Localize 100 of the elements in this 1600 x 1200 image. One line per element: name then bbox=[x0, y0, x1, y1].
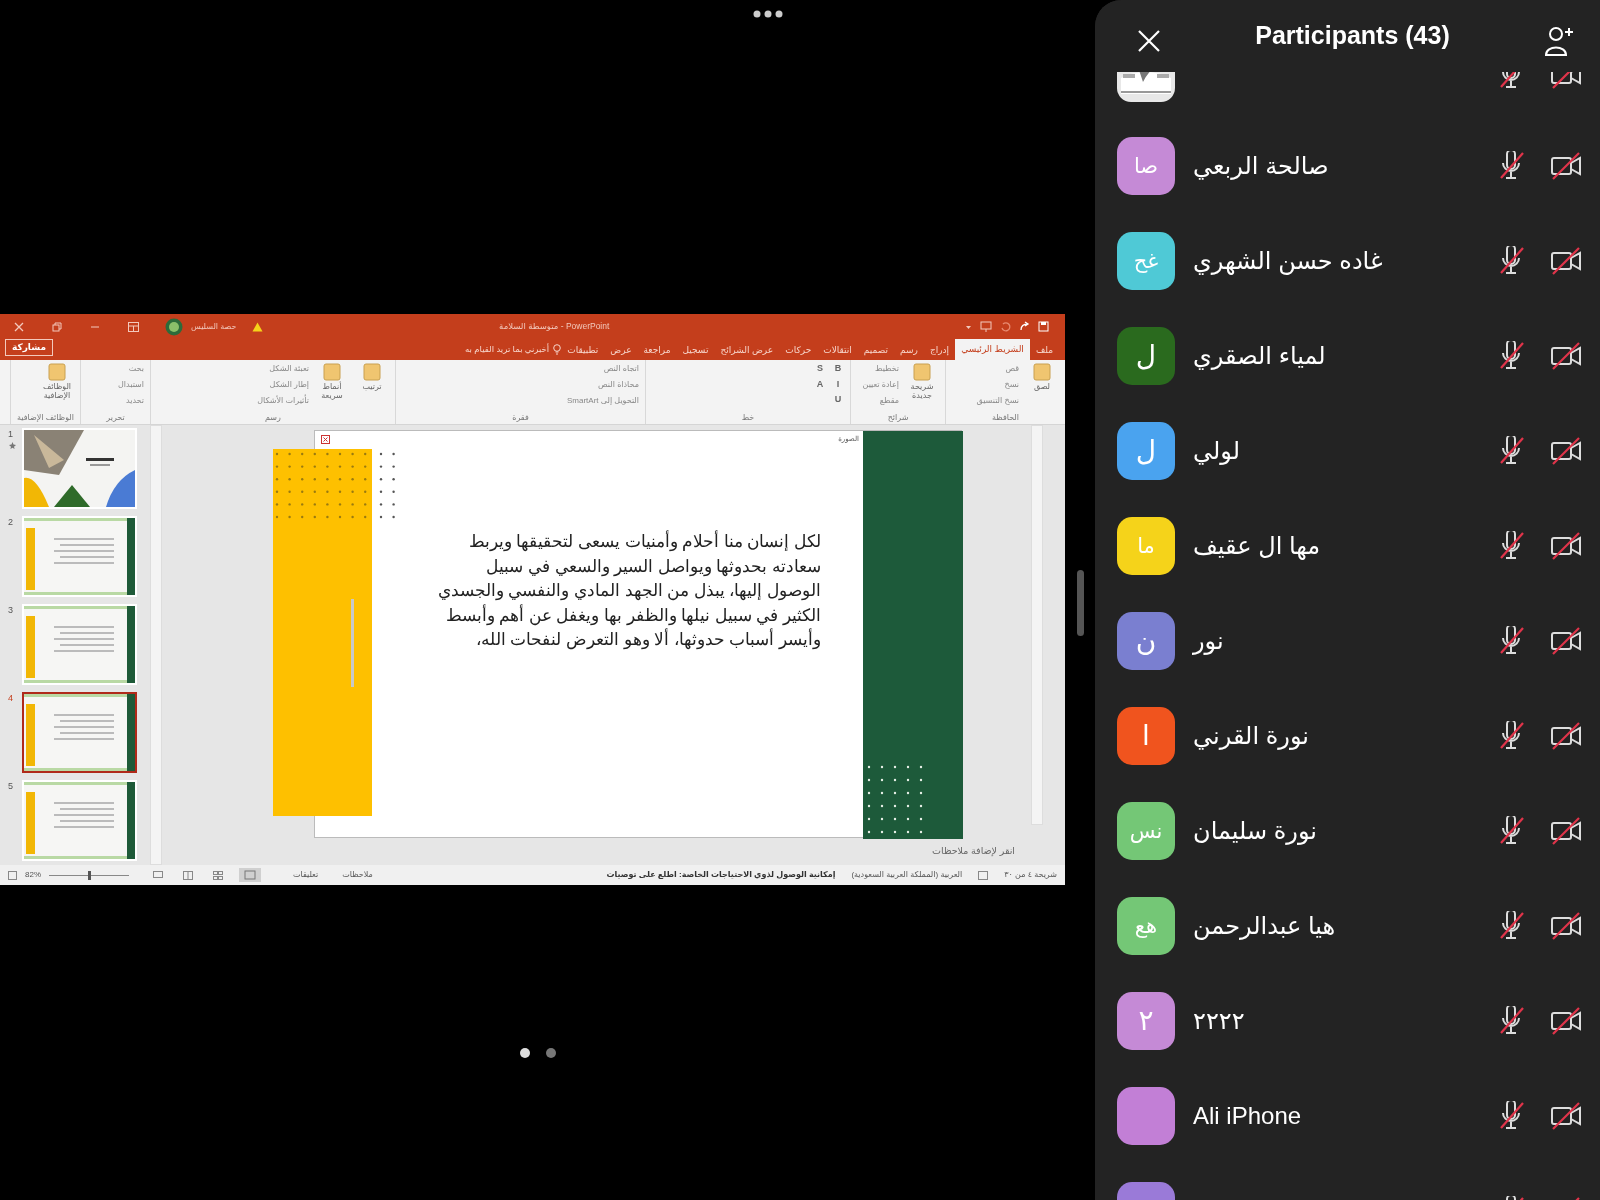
ribbon-button[interactable]: قص bbox=[976, 362, 1019, 376]
ribbon-button[interactable]: تعبئة الشكل bbox=[257, 362, 309, 376]
camera-icon[interactable] bbox=[1550, 625, 1582, 656]
avatar-icon[interactable] bbox=[165, 317, 183, 336]
ribbon-button[interactable]: بحث bbox=[118, 362, 144, 376]
fit-slide-icon[interactable] bbox=[8, 870, 17, 880]
ribbon-button[interactable]: إطار الشكل bbox=[257, 378, 309, 392]
camera-icon[interactable] bbox=[1550, 720, 1582, 751]
reading-view-icon[interactable] bbox=[183, 870, 193, 880]
ribbon-tab[interactable]: حركات bbox=[779, 341, 818, 360]
presentation-icon[interactable] bbox=[980, 321, 992, 332]
ribbon-button[interactable]: ترتيب bbox=[355, 382, 389, 391]
ribbon-button[interactable]: تأثيرات الأشكال bbox=[257, 394, 309, 408]
resize-handle[interactable] bbox=[1077, 570, 1084, 636]
avatar: هع bbox=[1117, 896, 1175, 955]
camera-icon[interactable] bbox=[1550, 72, 1582, 90]
format-button[interactable]: I bbox=[832, 377, 844, 391]
page-indicator-dot[interactable] bbox=[545, 1048, 556, 1058]
tell-me-field[interactable]: أخبرني بما تريد القيام به bbox=[465, 343, 550, 356]
ribbon-tab[interactable]: عرض bbox=[604, 341, 638, 360]
camera-icon[interactable] bbox=[1550, 1005, 1582, 1036]
participant-name: مها ال عقيف bbox=[1193, 530, 1322, 562]
language-label[interactable]: العربية (المملكة العربية السعودية) bbox=[851, 869, 963, 881]
slide-thumbnail[interactable] bbox=[22, 428, 137, 509]
group-label: الحافظة bbox=[991, 412, 1020, 424]
redo-icon[interactable] bbox=[1019, 321, 1030, 332]
camera-icon[interactable] bbox=[1550, 910, 1582, 941]
ribbon-button[interactable]: استبدال bbox=[118, 378, 144, 392]
notes-field[interactable]: انقر لإضافة ملاحظات bbox=[932, 843, 1015, 858]
participant-name: ٢٢٢٢ bbox=[1193, 1005, 1246, 1036]
share-button[interactable]: مشاركة bbox=[5, 338, 53, 356]
restore-icon[interactable] bbox=[52, 321, 62, 332]
group-label: شرائح bbox=[886, 412, 910, 424]
ribbon-tab[interactable]: إدراج bbox=[923, 341, 956, 360]
ribbon-button[interactable]: تخطيط bbox=[862, 362, 899, 376]
slide-text: لكل إنسان منا أحلام وأمنيات يسعى لتحقيقها ويربط سعادته بحدوثها ويواصل السير والسعي في سبيل الوصول إليها، يبذل من الجهد المادي والنفسي والجسدي الكثير في سبيل نيلها والظفر بها ويغفل عن أهم وأبسط وأيسر أسباب حدوثها، ألا وهو التعرض لنفحات الله، bbox=[436, 529, 821, 652]
ribbon-tab[interactable]: تطبيقات bbox=[561, 341, 605, 360]
participant-name: نورة القرني bbox=[1193, 720, 1310, 752]
camera-icon[interactable] bbox=[1550, 150, 1582, 181]
camera-icon[interactable] bbox=[1550, 340, 1582, 371]
ribbon-tab[interactable]: رسم bbox=[894, 341, 924, 360]
zoom-slider-thumb[interactable] bbox=[87, 870, 91, 880]
avatar: غح bbox=[1117, 231, 1175, 290]
ribbon-display-icon[interactable] bbox=[128, 321, 139, 332]
group-label: خط bbox=[740, 412, 756, 424]
ribbon-button[interactable]: تحديد bbox=[118, 394, 144, 408]
lightbulb-icon[interactable] bbox=[553, 344, 562, 356]
ribbon-button[interactable]: أنماط سريعة bbox=[315, 382, 349, 400]
ribbon-button[interactable]: نسخ التنسيق bbox=[976, 394, 1019, 408]
save-icon[interactable] bbox=[1038, 321, 1049, 332]
sorter-view-icon[interactable] bbox=[213, 870, 223, 880]
ribbon-tab[interactable]: عرض الشرائح bbox=[714, 341, 780, 360]
participant-name: صالحة الربعي bbox=[1193, 150, 1330, 182]
ribbon-tab[interactable]: تصميم bbox=[857, 341, 895, 360]
spelling-icon[interactable] bbox=[978, 870, 989, 880]
camera-icon[interactable] bbox=[1550, 245, 1582, 276]
scrollbar[interactable] bbox=[150, 425, 162, 865]
comments-button[interactable]: تعليقات bbox=[293, 869, 319, 881]
ribbon-button[interactable]: إعادة تعيين bbox=[862, 378, 899, 392]
ribbon-tab[interactable]: تسجيل bbox=[676, 341, 715, 360]
participant-name: نورة سليمان bbox=[1193, 815, 1319, 847]
format-button[interactable]: B bbox=[832, 362, 844, 376]
format-button[interactable]: S bbox=[814, 362, 826, 376]
participant-name: لمياء الصقري bbox=[1193, 340, 1327, 372]
ribbon-button[interactable]: مقطع bbox=[862, 394, 899, 408]
add-person-icon[interactable] bbox=[1544, 25, 1574, 57]
warning-icon bbox=[252, 321, 264, 332]
ribbon-tab[interactable]: انتقالات bbox=[817, 341, 858, 360]
notes-button[interactable]: ملاحظات bbox=[342, 869, 373, 881]
slide-thumbnail[interactable] bbox=[22, 604, 137, 685]
avatar: ما bbox=[1117, 516, 1175, 575]
ribbon-button[interactable]: لصق bbox=[1025, 382, 1059, 391]
format-button[interactable]: A bbox=[814, 377, 826, 391]
scrollbar[interactable] bbox=[1031, 425, 1043, 825]
ribbon-button[interactable]: الوظائف الإضافية bbox=[40, 382, 74, 400]
page-indicator-dot[interactable] bbox=[519, 1048, 530, 1058]
camera-icon[interactable] bbox=[1550, 435, 1582, 466]
ribbon-button[interactable]: اتجاه النص bbox=[567, 362, 639, 376]
ribbon-button[interactable]: نسخ bbox=[976, 378, 1019, 392]
more-icon[interactable] bbox=[751, 9, 784, 19]
accessibility-status[interactable]: إمكانية الوصول لذوي الاحتياجات الخاصة: اطلع على توصيات bbox=[606, 869, 836, 881]
ribbon-button[interactable]: محاذاة النص bbox=[567, 378, 639, 392]
ribbon-tab[interactable]: مراجعة bbox=[637, 341, 677, 360]
slide-thumbnail[interactable] bbox=[22, 516, 137, 597]
participant-name: نور bbox=[1193, 625, 1225, 657]
ribbon-tab[interactable]: ملف bbox=[1029, 341, 1059, 360]
group-label: فقرة bbox=[511, 412, 530, 424]
slide-thumbnail[interactable] bbox=[22, 692, 137, 773]
camera-icon[interactable] bbox=[1550, 815, 1582, 846]
camera-icon[interactable] bbox=[1550, 530, 1582, 561]
slide-thumbnail[interactable] bbox=[22, 780, 137, 861]
ribbon-button[interactable]: التحويل إلى SmartArt bbox=[567, 394, 639, 408]
avatar: ٢ bbox=[1117, 991, 1175, 1050]
presentation-view-icon[interactable] bbox=[153, 870, 163, 880]
format-button[interactable]: U bbox=[832, 393, 844, 407]
slide-number: 4 bbox=[7, 692, 14, 705]
ribbon-button[interactable]: شريحة جديدة bbox=[905, 382, 939, 400]
ribbon-tab[interactable]: الشريط الرئيسي bbox=[955, 339, 1030, 360]
camera-icon[interactable] bbox=[1550, 1100, 1582, 1131]
zoom-percent[interactable]: 82% bbox=[25, 869, 41, 881]
